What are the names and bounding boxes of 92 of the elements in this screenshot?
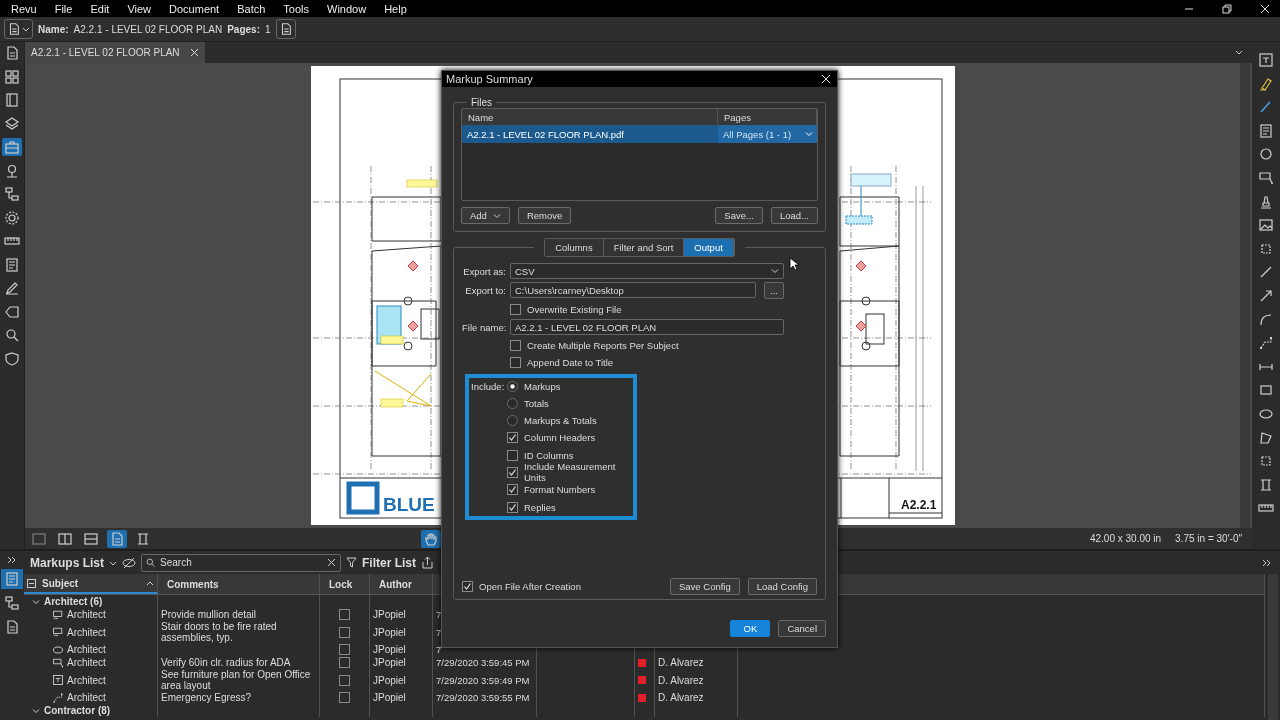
column-header[interactable]: Lock [323, 578, 359, 590]
sheet-number: A2.2.1 [900, 498, 936, 512]
field-label: File name: [462, 321, 506, 333]
button[interactable]: Remove [517, 207, 572, 224]
tab-label: A2.2.1 - LEVEL 02 FLOOR PLAN [31, 47, 180, 58]
table-cell: Architect [67, 692, 106, 703]
page-size: 42.00 x 30.00 in [1089, 533, 1162, 544]
export-format-select[interactable]: CSV [510, 263, 784, 279]
tab[interactable]: Columns [545, 239, 604, 256]
field-label: Include: [471, 380, 505, 394]
scale-readout: 3.75 in = 30'-0" [1175, 533, 1242, 544]
table-cell: JPopiel [373, 644, 406, 655]
table-cell: JPopiel [373, 674, 406, 686]
checkbox-label[interactable]: Replies [524, 501, 556, 513]
checkbox-label[interactable]: Include Measurement Units [524, 461, 633, 484]
table-cell: Emergency Egress? [161, 692, 252, 703]
table-cell: D. Alvarez [658, 692, 704, 703]
select-value: CSV [515, 265, 535, 277]
table-cell: 7/29/2020 3:59:45 PM [436, 657, 530, 668]
cancel-button[interactable]: Cancel [778, 620, 826, 637]
menu-item[interactable]: Document [160, 2, 229, 15]
table-cell: D. Alvarez [658, 674, 704, 686]
table-cell-text: See furniture plan for Open Office area layout [161, 669, 312, 691]
column-header[interactable]: Author [373, 578, 418, 590]
page-count: 1 [264, 23, 271, 35]
search-field[interactable]: Search [141, 553, 341, 572]
field-label: Name: [38, 23, 69, 35]
button[interactable]: Load Config [747, 578, 817, 595]
menu-item[interactable]: Help [375, 2, 416, 15]
button[interactable]: Save Config [670, 578, 740, 595]
checkbox-label[interactable]: Overwrite Existing File [527, 303, 622, 315]
table-cell-text: Stair doors to be fire rated assemblies, typ. [161, 621, 278, 643]
group-label[interactable]: Contractor (8) [44, 705, 111, 716]
menu-item[interactable]: View [118, 2, 161, 15]
checkbox-label[interactable]: Format Numbers [524, 484, 596, 496]
field-label: Pages: [227, 23, 260, 35]
menu-item[interactable]: Window [318, 2, 376, 15]
path-field[interactable]: C:\Users\rcarney\Desktop [510, 282, 757, 298]
panel-title[interactable]: Markups List [30, 555, 104, 570]
button[interactable]: Save... [715, 207, 763, 224]
table-cell: 7 [436, 609, 442, 620]
filter-button[interactable]: Filter List [362, 555, 417, 570]
logo-text: BLUE [382, 494, 435, 515]
menu-item[interactable]: Tools [274, 2, 318, 15]
column-header[interactable]: Comments [161, 578, 225, 590]
table-cell: D. Alvarez [658, 657, 704, 668]
dropdown-value: All Pages (1 - 1) [722, 127, 793, 142]
table-cell: JPopiel [373, 657, 406, 668]
table-cell: Architect [67, 626, 106, 638]
dropdown-button[interactable]: Add [461, 207, 510, 224]
browse-button[interactable]: ... [764, 282, 784, 299]
table-cell: 7 [436, 644, 442, 655]
checkbox-label[interactable]: ID Columns [524, 449, 574, 461]
checkbox-label[interactable]: Column Headers [524, 432, 596, 444]
field-label: Export to: [464, 285, 506, 296]
table-cell: Architect [67, 674, 106, 686]
table-cell: 7/29/2020 3:59:55 PM [436, 692, 530, 703]
checkbox-label[interactable]: Append Date to Title [527, 356, 614, 368]
field-label: Export as: [462, 265, 506, 277]
table-cell: Provide mullion detail [161, 609, 257, 620]
menu-item[interactable]: Edit [81, 2, 119, 15]
table-cell: 7 [436, 626, 442, 638]
group-label: Files [471, 97, 493, 108]
checkbox-label[interactable]: Open File After Creation [479, 581, 581, 592]
group-label[interactable]: Architect (6) [44, 596, 103, 607]
document-tab[interactable]: A2.2.1 - LEVEL 02 FLOOR PLAN [25, 42, 205, 63]
table-cell: JPopiel [373, 609, 406, 620]
radio-label[interactable]: Markups & Totals [524, 415, 597, 427]
file-name-field[interactable]: A2.2.1 - LEVEL 02 FLOOR PLAN [510, 319, 784, 335]
radio-label[interactable]: Markups [524, 380, 561, 392]
menu-item[interactable]: Revu [2, 2, 46, 15]
table-cell: Architect [67, 609, 106, 620]
tab[interactable]: Filter and Sort [603, 239, 685, 256]
ok-button[interactable]: OK [730, 620, 771, 637]
file-name: A2.2.1 - LEVEL 02 FLOOR PLAN [73, 23, 223, 35]
table-cell: 7/29/2020 3:59:49 PM [436, 674, 530, 686]
button[interactable]: Load... [770, 207, 818, 224]
column-header[interactable]: Subject [36, 577, 146, 589]
dialog-title: Markup Summary [446, 73, 533, 85]
tab[interactable]: Output [684, 239, 734, 256]
table-cell: JPopiel [373, 692, 406, 703]
radio-label[interactable]: Totals [524, 397, 549, 409]
checkbox-label[interactable]: Create Multiple Reports Per Subject [527, 339, 679, 351]
menu-item[interactable]: File [45, 2, 82, 15]
table-cell: Architect [67, 644, 106, 655]
menu-item[interactable]: Batch [228, 2, 275, 15]
table-cell-text: A2.2.1 - LEVEL 02 FLOOR PLAN.pdf [466, 127, 625, 142]
pages-dropdown[interactable]: All Pages (1 - 1) [718, 125, 817, 143]
table-cell: JPopiel [373, 626, 406, 638]
file-row[interactable]: A2.2.1 - LEVEL 02 FLOOR PLAN.pdf All Pages (1 - 1) [462, 125, 817, 143]
table-cell: Verify 60in clr. radius for ADA [161, 657, 291, 668]
table-cell: Architect [67, 657, 106, 668]
